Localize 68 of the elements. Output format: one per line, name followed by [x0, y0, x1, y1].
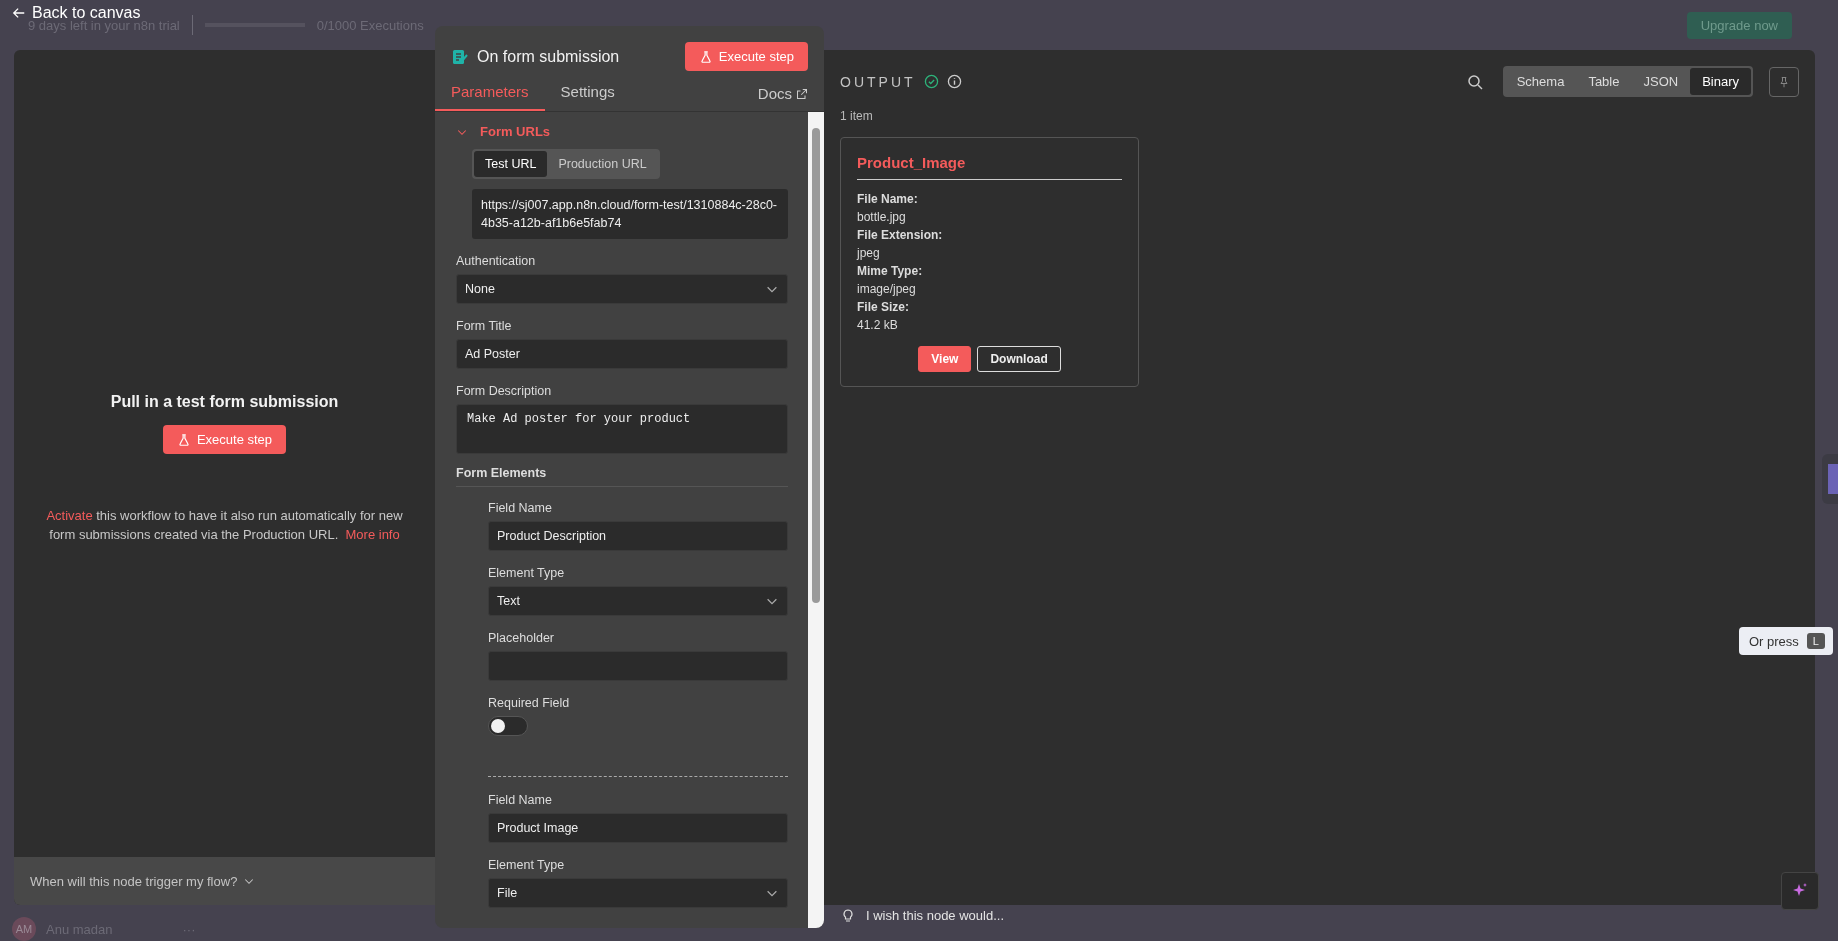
more-info-link[interactable]: More info	[345, 527, 400, 542]
field-label: Element Type	[488, 566, 566, 580]
dropdown-field[interactable]: Text	[488, 586, 788, 616]
feedback-link[interactable]: I wish this node would...	[866, 908, 1005, 923]
view-tab[interactable]: JSON	[1631, 68, 1691, 95]
execute-step-button[interactable]: Execute step	[162, 425, 287, 454]
node-title: On form submission	[477, 47, 620, 66]
field-value: 41.2 kB	[857, 317, 899, 334]
activation-note: Activate this workflow to have it also run automatically for new form submissions created via the Production URL. More info	[45, 507, 404, 544]
check-circle-icon	[923, 74, 939, 89]
search-icon[interactable]	[1466, 73, 1483, 90]
view-button[interactable]: View	[918, 346, 972, 372]
ai-assistant-button[interactable]	[1781, 872, 1819, 910]
shortcut-key: L	[1806, 633, 1825, 649]
toggle-switch[interactable]	[488, 716, 528, 736]
view-tab[interactable]: Binary	[1690, 68, 1751, 95]
field-label: File Extension:	[857, 227, 944, 244]
pin-button[interactable]	[1769, 66, 1799, 97]
scrollbar[interactable]	[808, 112, 824, 928]
section-title: Form Elements	[456, 466, 788, 487]
view-tab[interactable]: Schema	[1504, 68, 1577, 95]
activate-link[interactable]: Activate	[46, 508, 93, 523]
lightbulb-icon	[842, 908, 854, 923]
field-label: Mime Type:	[857, 263, 924, 280]
external-link-icon	[796, 87, 808, 100]
binary-title: Product_Image	[857, 154, 1122, 180]
docs-link[interactable]: Docs	[757, 85, 808, 111]
info-icon[interactable]	[946, 74, 962, 89]
download-button[interactable]: Download	[977, 346, 1061, 372]
side-panel-tab[interactable]	[1822, 454, 1838, 504]
url-tab[interactable]: Production URL	[547, 151, 658, 177]
input-field[interactable]: Product Image	[488, 813, 788, 843]
field-label: Form Description	[456, 384, 553, 398]
execute-step-button[interactable]: Execute step	[684, 42, 808, 71]
url-tab[interactable]: Test URL	[474, 151, 548, 177]
field-label: Field Name	[488, 501, 553, 515]
flask-icon	[698, 49, 713, 64]
back-button[interactable]: Back to canvas	[12, 4, 141, 22]
field-label: Element Type	[488, 858, 566, 872]
url-field[interactable]: https://sj007.app.n8n.cloud/form-test/1310884c-28c0-4b35-a12b-af1b6e5fab74	[472, 189, 788, 239]
form-icon	[451, 47, 469, 66]
input-field[interactable]: Product Description	[488, 521, 788, 551]
pin-icon	[1778, 75, 1790, 88]
field-label: File Size:	[857, 299, 910, 316]
field-value: image/jpeg	[857, 281, 917, 298]
dropdown-field[interactable]: File	[488, 878, 788, 908]
item-count: 1 item	[840, 109, 874, 123]
trigger-help-bar[interactable]: When will this node trigger my flow?	[14, 857, 435, 905]
field-label: Form Title	[456, 319, 513, 333]
panel-heading: Pull in a test form submission	[110, 393, 339, 411]
arrow-left-icon	[12, 6, 26, 20]
dropdown-field[interactable]: None	[456, 274, 788, 304]
field-value: jpeg	[857, 245, 881, 262]
view-tab[interactable]: Table	[1576, 68, 1632, 95]
help-question[interactable]: When will this node trigger my flow?	[30, 873, 238, 889]
textarea-field[interactable]: Make Ad poster for your product	[456, 404, 788, 454]
field-label: Field Name	[488, 793, 553, 807]
user-avatar: AM	[12, 917, 36, 941]
tooltip-text: Or press	[1749, 633, 1799, 649]
field-label: Required Field	[488, 696, 571, 710]
panel-tab[interactable]: Settings	[544, 77, 631, 111]
field-value: bottle.jpg	[857, 209, 907, 226]
output-title: OUTPUT	[840, 73, 916, 90]
field-label: Authentication	[456, 254, 537, 268]
field-label: Placeholder	[488, 631, 555, 645]
flask-icon	[176, 432, 191, 447]
input-field[interactable]: Ad Poster	[456, 339, 788, 369]
field-label: File Name:	[857, 191, 919, 208]
